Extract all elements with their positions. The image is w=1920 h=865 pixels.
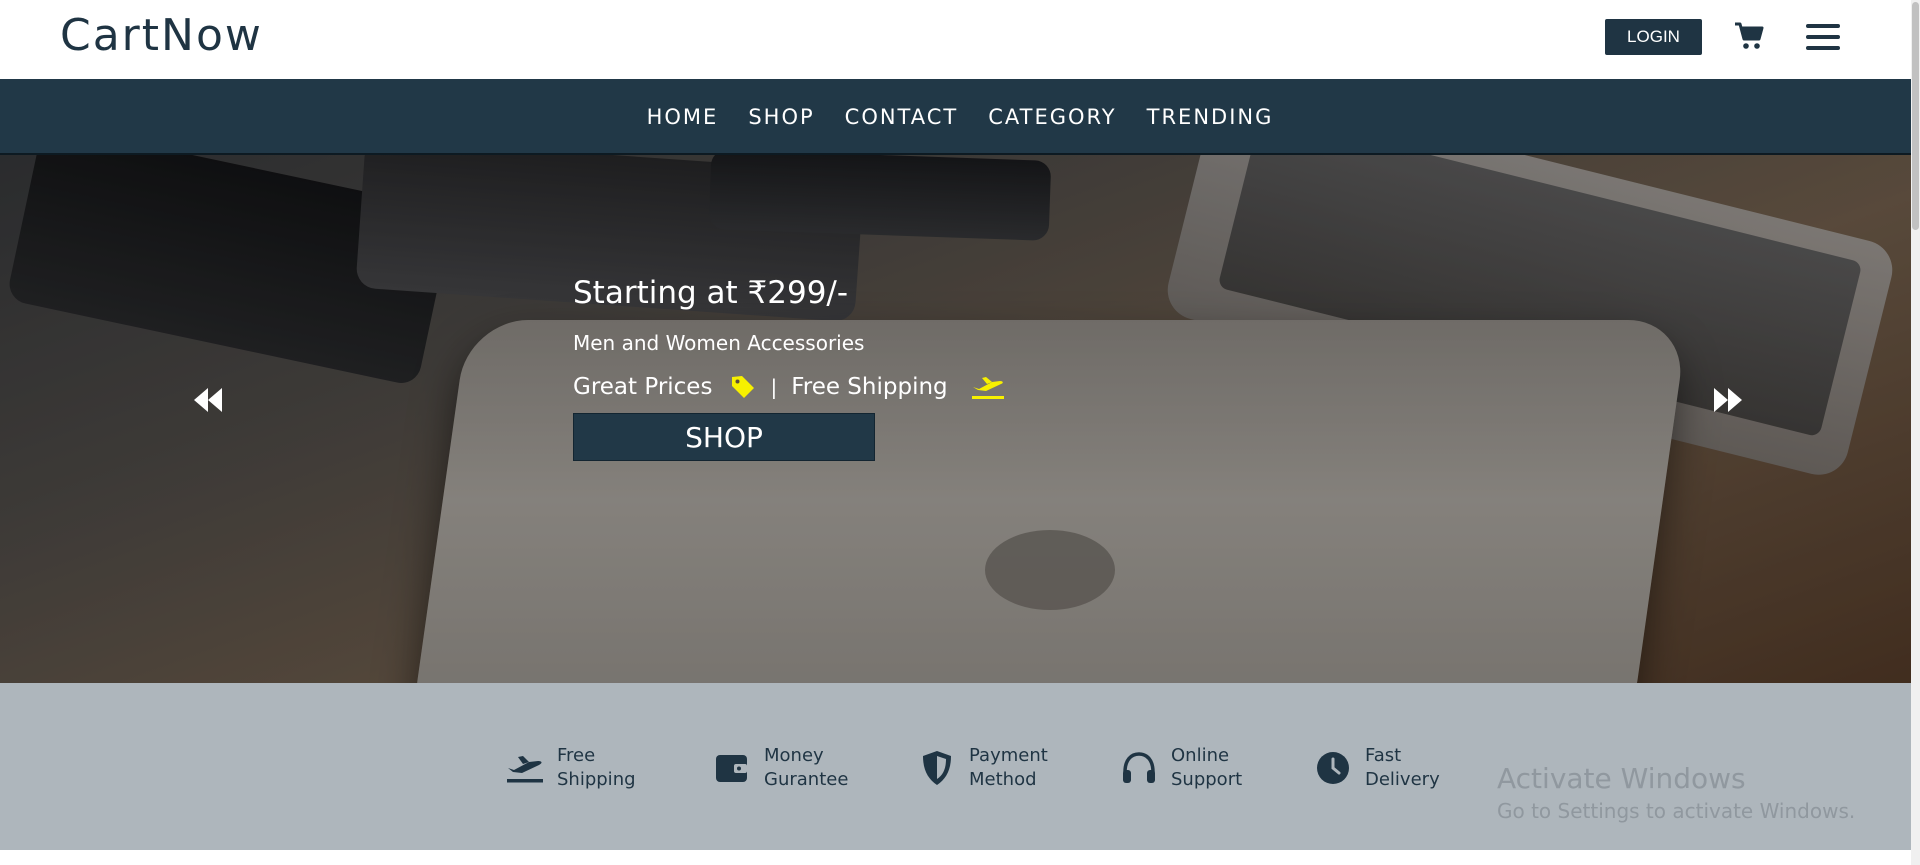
hero-feature-great-prices: Great Prices: [573, 374, 713, 400]
activate-windows-watermark: Activate Windows Go to Settings to activ…: [1497, 762, 1855, 823]
feature-item-payment-method: Payment Method: [917, 744, 1048, 792]
hero-title: Starting at ₹299/-: [573, 275, 849, 311]
feature-label: Free Shipping: [557, 745, 636, 790]
feature-label: Online Support: [1171, 745, 1243, 790]
feature-item-online-support: Online Support: [1119, 744, 1242, 792]
nav-item-category[interactable]: CATEGORY: [988, 105, 1116, 129]
nav-item-trending[interactable]: TRENDING: [1147, 105, 1274, 129]
hero-feature-separator: |: [770, 375, 778, 399]
headphones-icon: [1119, 748, 1159, 788]
hero-carousel: Starting at ₹299/- Men and Women Accesso…: [0, 155, 1920, 683]
double-chevron-left-icon[interactable]: [192, 385, 226, 415]
plane-departure-icon: [505, 748, 545, 788]
scrollbar-thumb[interactable]: [1912, 2, 1919, 230]
feature-label: Payment Method: [969, 745, 1048, 790]
feature-item-money-guarantee: Money Gurantee: [712, 744, 848, 792]
double-chevron-right-icon[interactable]: [1710, 385, 1744, 415]
feature-item-fast-delivery: Fast Delivery: [1313, 744, 1440, 792]
feature-label: Money Gurantee: [764, 745, 849, 790]
nav-item-contact[interactable]: CONTACT: [845, 105, 959, 129]
watermark-subtitle: Go to Settings to activate Windows.: [1497, 799, 1856, 823]
shopping-cart-icon[interactable]: [1733, 20, 1765, 52]
main-nav: HOME SHOP CONTACT CATEGORY TRENDING: [0, 79, 1920, 155]
hero-feature-free-shipping: Free Shipping: [791, 374, 948, 400]
nav-item-shop[interactable]: SHOP: [748, 105, 814, 129]
hamburger-menu-icon[interactable]: [1806, 20, 1840, 54]
feature-label: Fast Delivery: [1365, 745, 1440, 790]
watermark-title: Activate Windows: [1497, 762, 1746, 795]
nav-item-home[interactable]: HOME: [647, 105, 719, 129]
wallet-icon: [712, 748, 752, 788]
brand-logo[interactable]: CartNow: [60, 10, 263, 61]
shop-cta-button[interactable]: SHOP: [573, 413, 875, 461]
top-header: CartNow LOGIN: [0, 0, 1920, 79]
page: CartNow LOGIN HOME SHOP CONTACT CATEGORY: [0, 0, 1920, 865]
nav-list: HOME SHOP CONTACT CATEGORY TRENDING: [0, 79, 1920, 155]
clock-icon: [1313, 748, 1353, 788]
plane-departure-icon: [970, 373, 1006, 401]
price-tag-icon: [730, 374, 756, 400]
hero-content: Starting at ₹299/- Men and Women Accesso…: [573, 275, 1093, 461]
login-button[interactable]: LOGIN: [1605, 19, 1702, 55]
hero-subtitle: Men and Women Accessories: [573, 331, 865, 355]
shield-icon: [917, 748, 957, 788]
feature-item-free-shipping: Free Shipping: [505, 744, 636, 792]
hero-features: Great Prices | Free Shipping: [573, 373, 1093, 401]
